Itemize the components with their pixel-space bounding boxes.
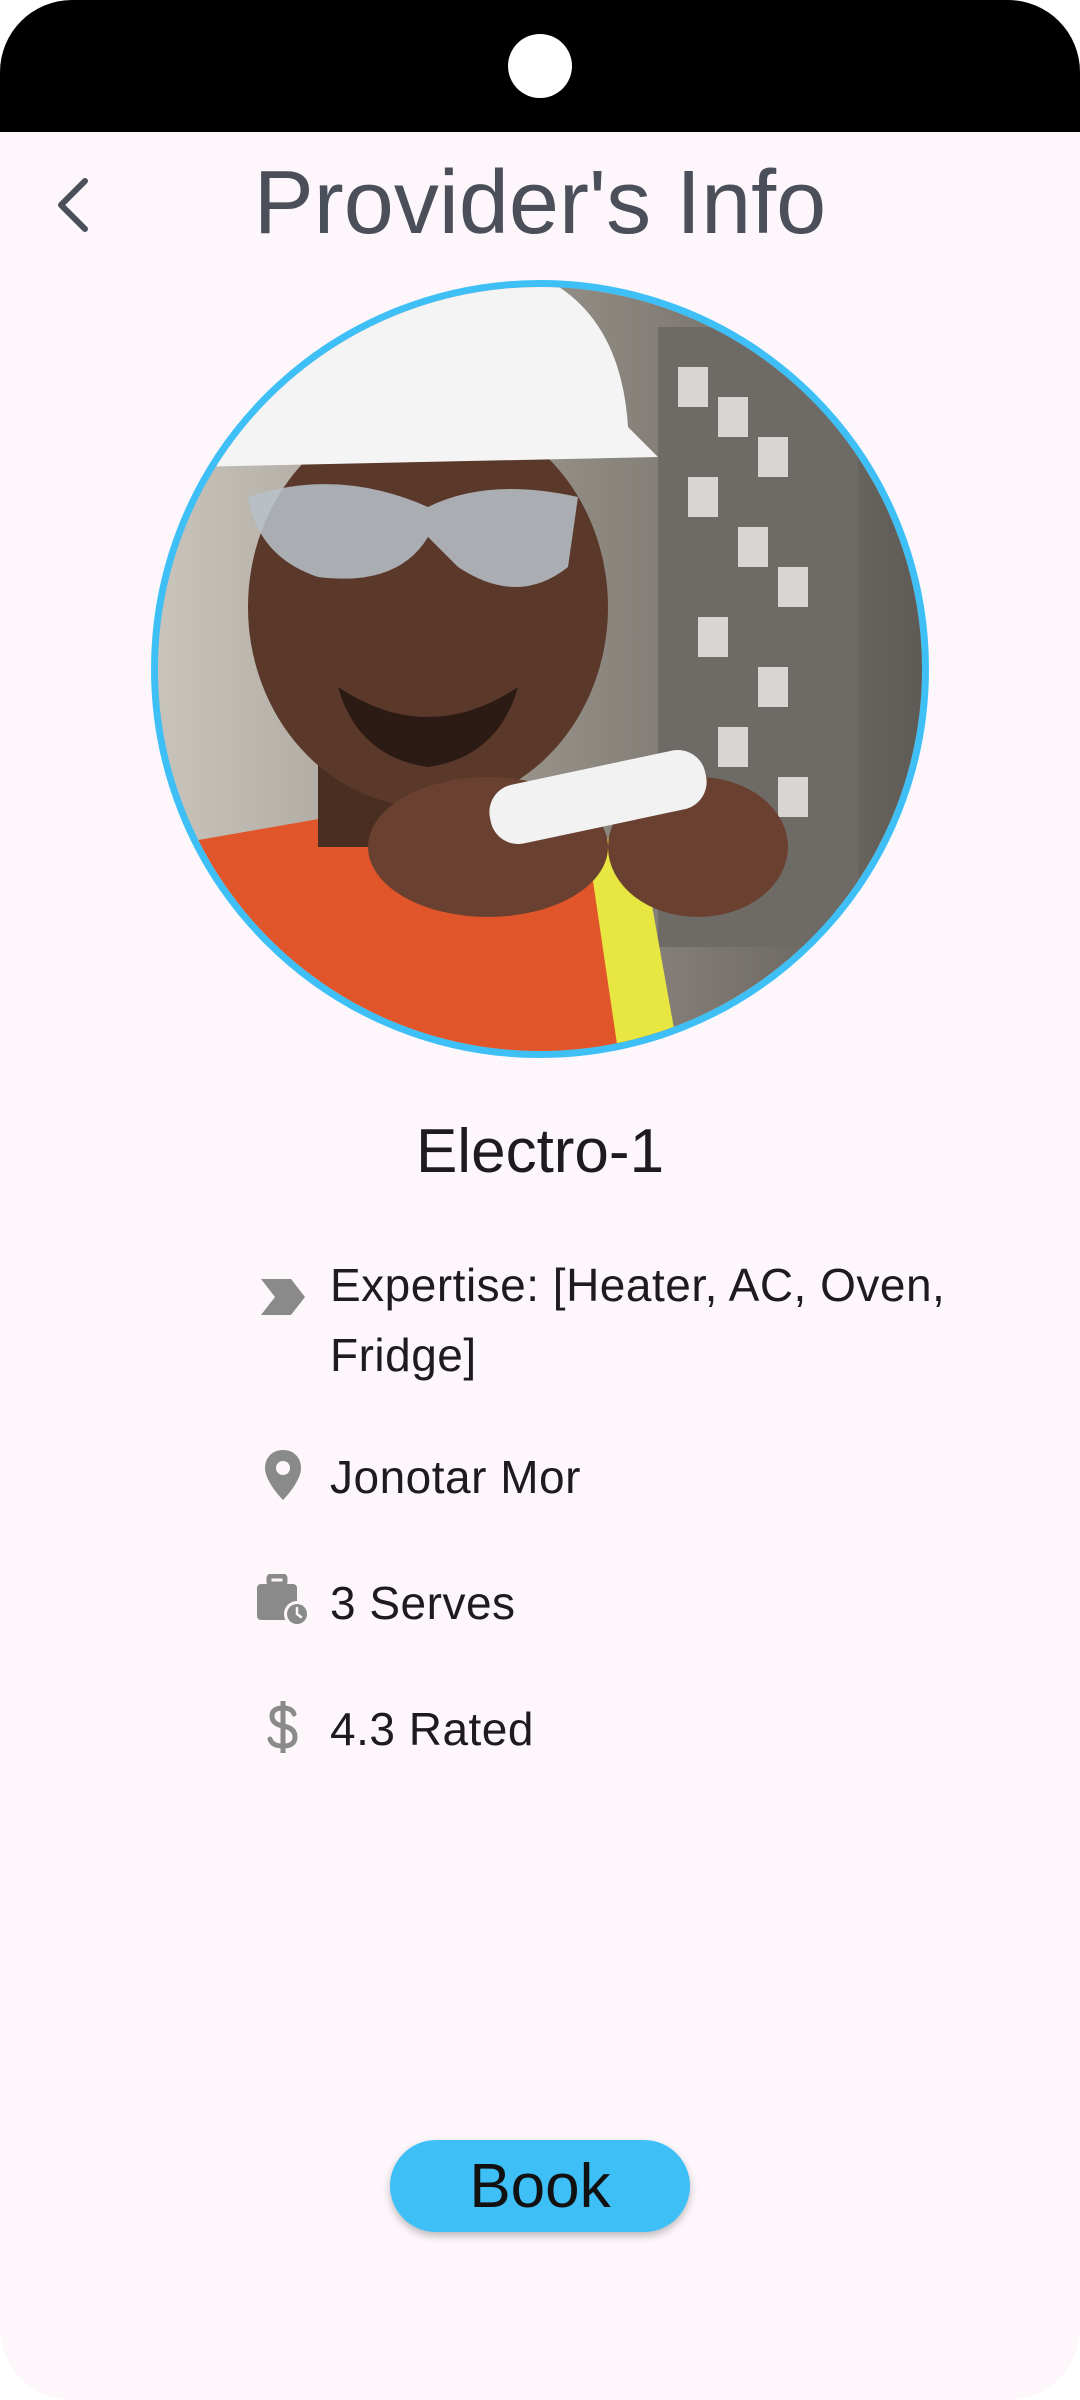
rating-row: 4.3 Rated: [250, 1694, 990, 1764]
work-history-icon: [250, 1568, 316, 1634]
label-tag-icon: [250, 1264, 316, 1330]
camera-cutout: [508, 34, 572, 98]
rating-text: 4.3 Rated: [330, 1703, 534, 1755]
status-bar: [0, 0, 1080, 132]
provider-photo: [151, 280, 929, 1058]
electrician-photo: [158, 287, 922, 1051]
location-row: Jonotar Mor: [250, 1442, 990, 1512]
dollar-icon: [250, 1694, 316, 1760]
location-pin-icon: [250, 1442, 316, 1508]
location-text: Jonotar Mor: [330, 1451, 581, 1503]
app-screen: Provider's Info Electro-1 Expertise: [He…: [0, 0, 1080, 2400]
provider-name: Electro-1: [415, 1117, 665, 1186]
page-title: Provider's Info: [253, 153, 827, 253]
book-button[interactable]: Book: [390, 2140, 690, 2232]
expertise-text: Expertise: [Heater, AC, Oven, Fridge]: [330, 1259, 946, 1381]
expertise-row: Expertise: [Heater, AC, Oven, Fridge]: [250, 1250, 990, 1390]
serves-row: 3 Serves: [250, 1568, 990, 1638]
serves-text: 3 Serves: [330, 1577, 516, 1629]
